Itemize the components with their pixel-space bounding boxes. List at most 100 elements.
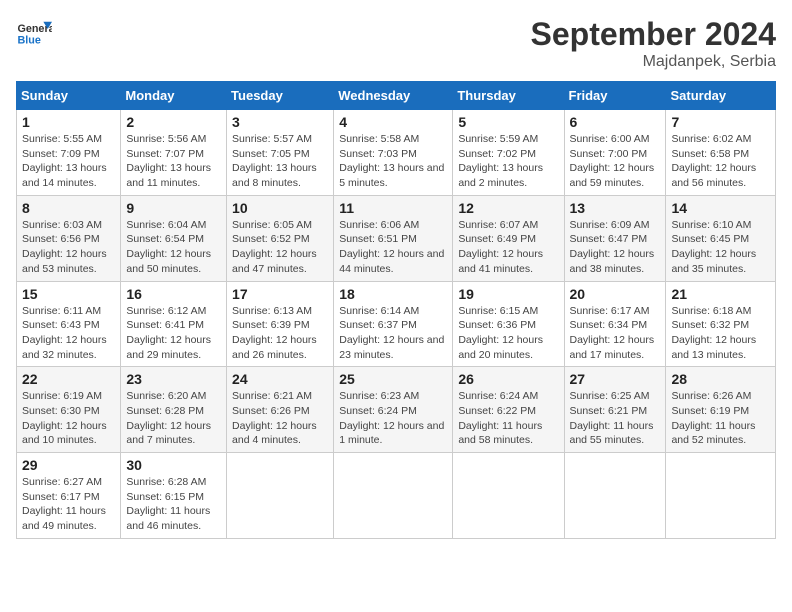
cell-text: Sunrise: 6:12 AM Sunset: 6:41 PM Dayligh… [126,304,221,363]
cell-text: Sunrise: 6:11 AM Sunset: 6:43 PM Dayligh… [22,304,115,363]
calendar-week-row: 22 Sunrise: 6:19 AM Sunset: 6:30 PM Dayli… [17,367,776,453]
calendar-week-row: 15 Sunrise: 6:11 AM Sunset: 6:43 PM Dayli… [17,281,776,367]
cell-text: Sunrise: 6:00 AM Sunset: 7:00 PM Dayligh… [570,132,661,191]
cell-text: Sunrise: 6:13 AM Sunset: 6:39 PM Dayligh… [232,304,328,363]
calendar-cell [666,453,776,539]
calendar-week-row: 29Sunrise: 6:27 AM Sunset: 6:17 PM Dayli… [17,453,776,539]
cell-text: Sunrise: 5:56 AM Sunset: 7:07 PM Dayligh… [126,132,221,191]
cell-text: Sunrise: 6:23 AM Sunset: 6:24 PM Dayligh… [339,389,447,448]
calendar-cell: 6 Sunrise: 6:00 AM Sunset: 7:00 PM Daylig… [564,110,666,196]
calendar-cell: 23 Sunrise: 6:20 AM Sunset: 6:28 PM Dayli… [121,367,227,453]
day-number: 19 [458,286,558,302]
cell-text: Sunrise: 6:24 AM Sunset: 6:22 PM Dayligh… [458,389,558,448]
day-number: 4 [339,114,447,130]
day-number: 13 [570,200,661,216]
calendar-cell [453,453,564,539]
calendar-table: SundayMondayTuesdayWednesdayThursdayFrid… [16,81,776,539]
day-number: 11 [339,200,447,216]
day-number: 1 [22,114,115,130]
cell-text: Sunrise: 6:20 AM Sunset: 6:28 PM Dayligh… [126,389,221,448]
calendar-cell: 16 Sunrise: 6:12 AM Sunset: 6:41 PM Dayli… [121,281,227,367]
calendar-week-row: 1 Sunrise: 5:55 AM Sunset: 7:09 PM Daylig… [17,110,776,196]
page-header: General Blue September 2024 Majdanpek, S… [16,16,776,71]
cell-text: Sunrise: 5:57 AM Sunset: 7:05 PM Dayligh… [232,132,328,191]
day-number: 21 [671,286,770,302]
cell-text: Sunrise: 6:09 AM Sunset: 6:47 PM Dayligh… [570,218,661,277]
cell-text: Sunrise: 5:59 AM Sunset: 7:02 PM Dayligh… [458,132,558,191]
calendar-cell: 21 Sunrise: 6:18 AM Sunset: 6:32 PM Dayli… [666,281,776,367]
calendar-cell: 15 Sunrise: 6:11 AM Sunset: 6:43 PM Dayli… [17,281,121,367]
day-number: 26 [458,371,558,387]
cell-text: Sunrise: 6:10 AM Sunset: 6:45 PM Dayligh… [671,218,770,277]
calendar-cell: 12 Sunrise: 6:07 AM Sunset: 6:49 PM Dayli… [453,195,564,281]
cell-text: Sunrise: 6:14 AM Sunset: 6:37 PM Dayligh… [339,304,447,363]
day-number: 8 [22,200,115,216]
col-header-wednesday: Wednesday [334,82,453,110]
calendar-cell: 24Sunrise: 6:21 AM Sunset: 6:26 PM Dayli… [227,367,334,453]
day-number: 2 [126,114,221,130]
cell-text: Sunrise: 6:17 AM Sunset: 6:34 PM Dayligh… [570,304,661,363]
day-number: 6 [570,114,661,130]
day-number: 30 [126,457,221,473]
col-header-sunday: Sunday [17,82,121,110]
month-title: September 2024 [531,16,776,53]
calendar-cell: 14 Sunrise: 6:10 AM Sunset: 6:45 PM Dayli… [666,195,776,281]
cell-text: Sunrise: 6:18 AM Sunset: 6:32 PM Dayligh… [671,304,770,363]
cell-text: Sunrise: 5:58 AM Sunset: 7:03 PM Dayligh… [339,132,447,191]
calendar-cell: 25 Sunrise: 6:23 AM Sunset: 6:24 PM Dayli… [334,367,453,453]
cell-text: Sunrise: 6:25 AM Sunset: 6:21 PM Dayligh… [570,389,661,448]
day-number: 17 [232,286,328,302]
cell-text: Sunrise: 6:04 AM Sunset: 6:54 PM Dayligh… [126,218,221,277]
calendar-cell: 29Sunrise: 6:27 AM Sunset: 6:17 PM Dayli… [17,453,121,539]
cell-text: Sunrise: 6:26 AM Sunset: 6:19 PM Dayligh… [671,389,770,448]
calendar-header-row: SundayMondayTuesdayWednesdayThursdayFrid… [17,82,776,110]
cell-text: Sunrise: 6:28 AM Sunset: 6:15 PM Dayligh… [126,475,221,534]
location-subtitle: Majdanpek, Serbia [531,53,776,71]
day-number: 14 [671,200,770,216]
calendar-cell: 22 Sunrise: 6:19 AM Sunset: 6:30 PM Dayli… [17,367,121,453]
calendar-cell [334,453,453,539]
col-header-tuesday: Tuesday [227,82,334,110]
logo-icon: General Blue [16,16,52,52]
day-number: 28 [671,371,770,387]
col-header-saturday: Saturday [666,82,776,110]
day-number: 18 [339,286,447,302]
cell-text: Sunrise: 6:21 AM Sunset: 6:26 PM Dayligh… [232,389,328,448]
day-number: 3 [232,114,328,130]
calendar-cell: 9 Sunrise: 6:04 AM Sunset: 6:54 PM Daylig… [121,195,227,281]
calendar-cell: 27 Sunrise: 6:25 AM Sunset: 6:21 PM Dayli… [564,367,666,453]
calendar-cell: 4 Sunrise: 5:58 AM Sunset: 7:03 PM Daylig… [334,110,453,196]
title-block: September 2024 Majdanpek, Serbia [531,16,776,71]
calendar-cell: 1 Sunrise: 5:55 AM Sunset: 7:09 PM Daylig… [17,110,121,196]
svg-text:Blue: Blue [17,34,40,46]
cell-text: Sunrise: 6:05 AM Sunset: 6:52 PM Dayligh… [232,218,328,277]
calendar-cell: 8 Sunrise: 6:03 AM Sunset: 6:56 PM Daylig… [17,195,121,281]
day-number: 25 [339,371,447,387]
calendar-cell: 10Sunrise: 6:05 AM Sunset: 6:52 PM Dayli… [227,195,334,281]
day-number: 22 [22,371,115,387]
cell-text: Sunrise: 6:07 AM Sunset: 6:49 PM Dayligh… [458,218,558,277]
calendar-cell: 26 Sunrise: 6:24 AM Sunset: 6:22 PM Dayli… [453,367,564,453]
col-header-friday: Friday [564,82,666,110]
day-number: 27 [570,371,661,387]
col-header-thursday: Thursday [453,82,564,110]
calendar-cell: 30 Sunrise: 6:28 AM Sunset: 6:15 PM Dayli… [121,453,227,539]
day-number: 16 [126,286,221,302]
cell-text: Sunrise: 6:03 AM Sunset: 6:56 PM Dayligh… [22,218,115,277]
cell-text: Sunrise: 6:02 AM Sunset: 6:58 PM Dayligh… [671,132,770,191]
calendar-cell: 7 Sunrise: 6:02 AM Sunset: 6:58 PM Daylig… [666,110,776,196]
day-number: 12 [458,200,558,216]
day-number: 9 [126,200,221,216]
cell-text: Sunrise: 5:55 AM Sunset: 7:09 PM Dayligh… [22,132,115,191]
calendar-cell: 13 Sunrise: 6:09 AM Sunset: 6:47 PM Dayli… [564,195,666,281]
calendar-cell [564,453,666,539]
day-number: 15 [22,286,115,302]
day-number: 23 [126,371,221,387]
cell-text: Sunrise: 6:19 AM Sunset: 6:30 PM Dayligh… [22,389,115,448]
calendar-cell: 28 Sunrise: 6:26 AM Sunset: 6:19 PM Dayli… [666,367,776,453]
calendar-cell: 19Sunrise: 6:15 AM Sunset: 6:36 PM Dayli… [453,281,564,367]
day-number: 29 [22,457,115,473]
calendar-cell: 20Sunrise: 6:17 AM Sunset: 6:34 PM Dayli… [564,281,666,367]
day-number: 7 [671,114,770,130]
day-number: 5 [458,114,558,130]
